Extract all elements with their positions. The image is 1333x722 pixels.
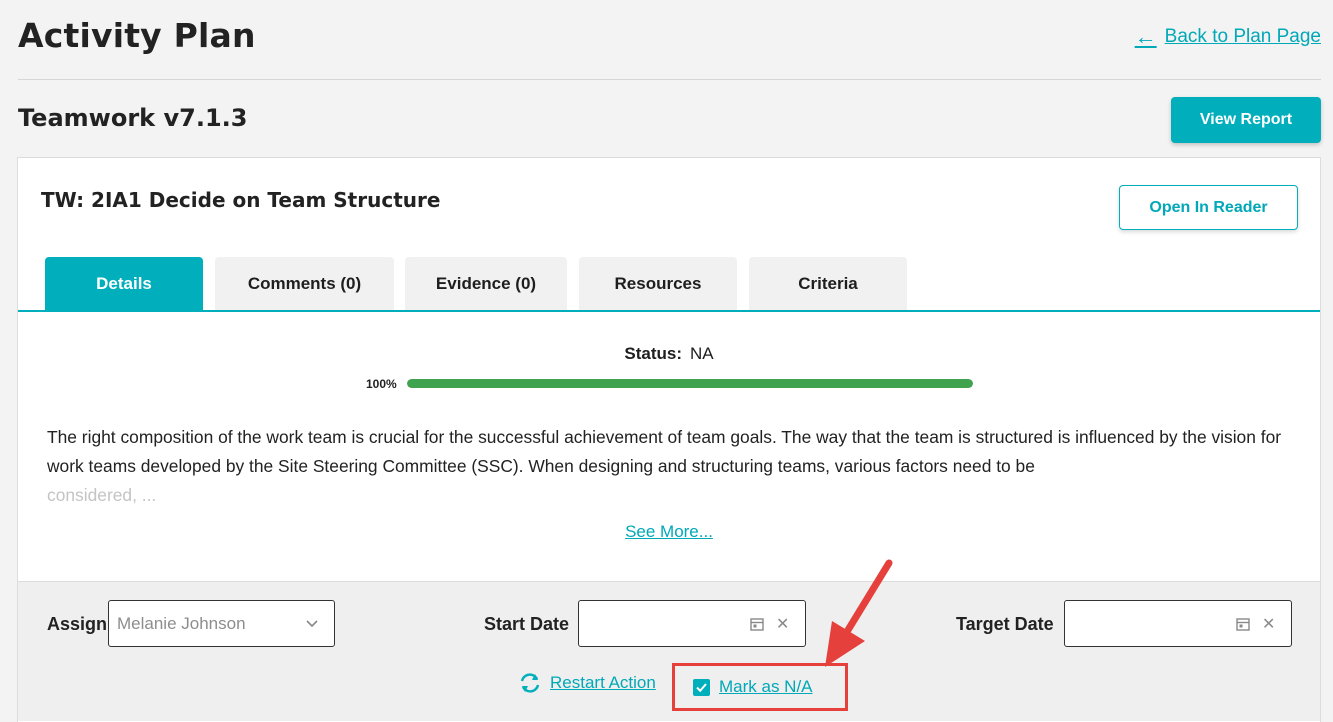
progress-bar bbox=[407, 379, 973, 388]
description-faded-text: considered, ... bbox=[47, 485, 157, 505]
checkbox-checked-icon[interactable] bbox=[693, 678, 710, 696]
clear-icon[interactable]: ✕ bbox=[1262, 616, 1275, 632]
tab-bar: Details Comments (0) Evidence (0) Resour… bbox=[18, 257, 1320, 312]
target-date-input[interactable]: ✕ bbox=[1064, 600, 1292, 647]
progress-percent: 100% bbox=[366, 377, 397, 391]
assign-value: Melanie Johnson bbox=[117, 613, 246, 633]
progress-fill bbox=[407, 379, 973, 388]
activity-description: The right composition of the work team i… bbox=[47, 423, 1297, 510]
refresh-icon bbox=[520, 673, 540, 693]
restart-action-label: Restart Action bbox=[550, 673, 656, 692]
clear-icon[interactable]: ✕ bbox=[776, 616, 789, 632]
status-row: Status: NA bbox=[18, 344, 1320, 364]
action-panel: Assign Melanie Johnson Start Date ✕ Targ… bbox=[18, 581, 1320, 721]
view-report-button[interactable]: View Report bbox=[1171, 97, 1321, 143]
start-date-label: Start Date bbox=[484, 614, 570, 634]
tab-resources[interactable]: Resources bbox=[579, 257, 737, 310]
plan-title: Teamwork v7.1.3 bbox=[18, 104, 248, 132]
see-more-link[interactable]: See More... bbox=[18, 522, 1320, 542]
open-in-reader-button[interactable]: Open In Reader bbox=[1119, 185, 1298, 230]
description-text: The right composition of the work team i… bbox=[47, 427, 1282, 476]
tab-comments[interactable]: Comments (0) bbox=[215, 257, 394, 310]
status-label: Status: bbox=[624, 344, 682, 363]
page-title: Activity Plan bbox=[18, 16, 256, 55]
assign-label: Assign bbox=[47, 614, 108, 634]
chevron-down-icon bbox=[306, 620, 318, 628]
start-date-input[interactable]: ✕ bbox=[578, 600, 806, 647]
status-value: NA bbox=[690, 344, 714, 363]
arrow-left-icon: ← bbox=[1134, 24, 1157, 49]
calendar-icon[interactable] bbox=[750, 617, 764, 631]
see-more-label[interactable]: See More... bbox=[625, 522, 713, 541]
target-date-label: Target Date bbox=[956, 614, 1054, 634]
back-to-plan-link[interactable]: ← Back to Plan Page bbox=[1135, 26, 1321, 48]
activity-card: TW: 2IA1 Decide on Team Structure Open I… bbox=[17, 157, 1321, 722]
tab-details[interactable]: Details bbox=[45, 257, 203, 310]
tab-criteria[interactable]: Criteria bbox=[749, 257, 907, 310]
mark-na-label: Mark as N/A bbox=[719, 677, 813, 696]
mark-na-checkbox[interactable]: Mark as N/A bbox=[672, 663, 848, 711]
page-header: Activity Plan ← Back to Plan Page bbox=[18, 0, 1321, 80]
back-link-label: Back to Plan Page bbox=[1164, 26, 1321, 47]
activity-title: TW: 2IA1 Decide on Team Structure bbox=[41, 188, 441, 212]
tab-evidence[interactable]: Evidence (0) bbox=[405, 257, 567, 310]
calendar-icon[interactable] bbox=[1236, 617, 1250, 631]
assign-select[interactable]: Melanie Johnson bbox=[108, 600, 335, 647]
restart-action-link[interactable]: Restart Action bbox=[518, 672, 656, 694]
